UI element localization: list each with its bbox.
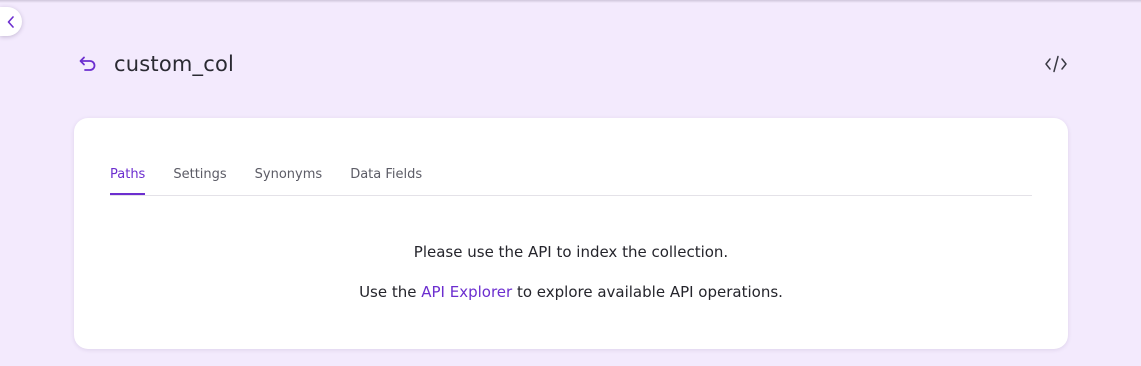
api-explorer-suffix: to explore available API operations. bbox=[512, 283, 783, 301]
chevron-left-icon bbox=[7, 15, 14, 28]
index-instruction-text: Please use the API to index the collecti… bbox=[413, 243, 729, 261]
tab-bar: Paths Settings Synonyms Data Fields bbox=[110, 164, 1032, 196]
api-explorer-text: Use the API Explorer to explore availabl… bbox=[74, 283, 1068, 301]
api-explorer-prefix: Use the bbox=[359, 283, 422, 301]
page-header: custom_col bbox=[78, 48, 234, 80]
tab-data-fields[interactable]: Data Fields bbox=[350, 164, 422, 194]
code-brackets-icon[interactable] bbox=[1044, 53, 1068, 75]
api-explorer-link[interactable]: API Explorer bbox=[421, 283, 512, 301]
page-title: custom_col bbox=[114, 52, 235, 76]
topbar-shadow bbox=[0, 0, 1141, 3]
tab-paths[interactable]: Paths bbox=[110, 164, 146, 195]
tab-settings[interactable]: Settings bbox=[173, 164, 226, 194]
tab-synonyms[interactable]: Synonyms bbox=[255, 164, 323, 194]
collection-card: Paths Settings Synonyms Data Fields Plea… bbox=[74, 118, 1068, 349]
sidebar-collapse-button[interactable] bbox=[0, 7, 22, 36]
undo-arrow-icon[interactable] bbox=[78, 54, 98, 74]
